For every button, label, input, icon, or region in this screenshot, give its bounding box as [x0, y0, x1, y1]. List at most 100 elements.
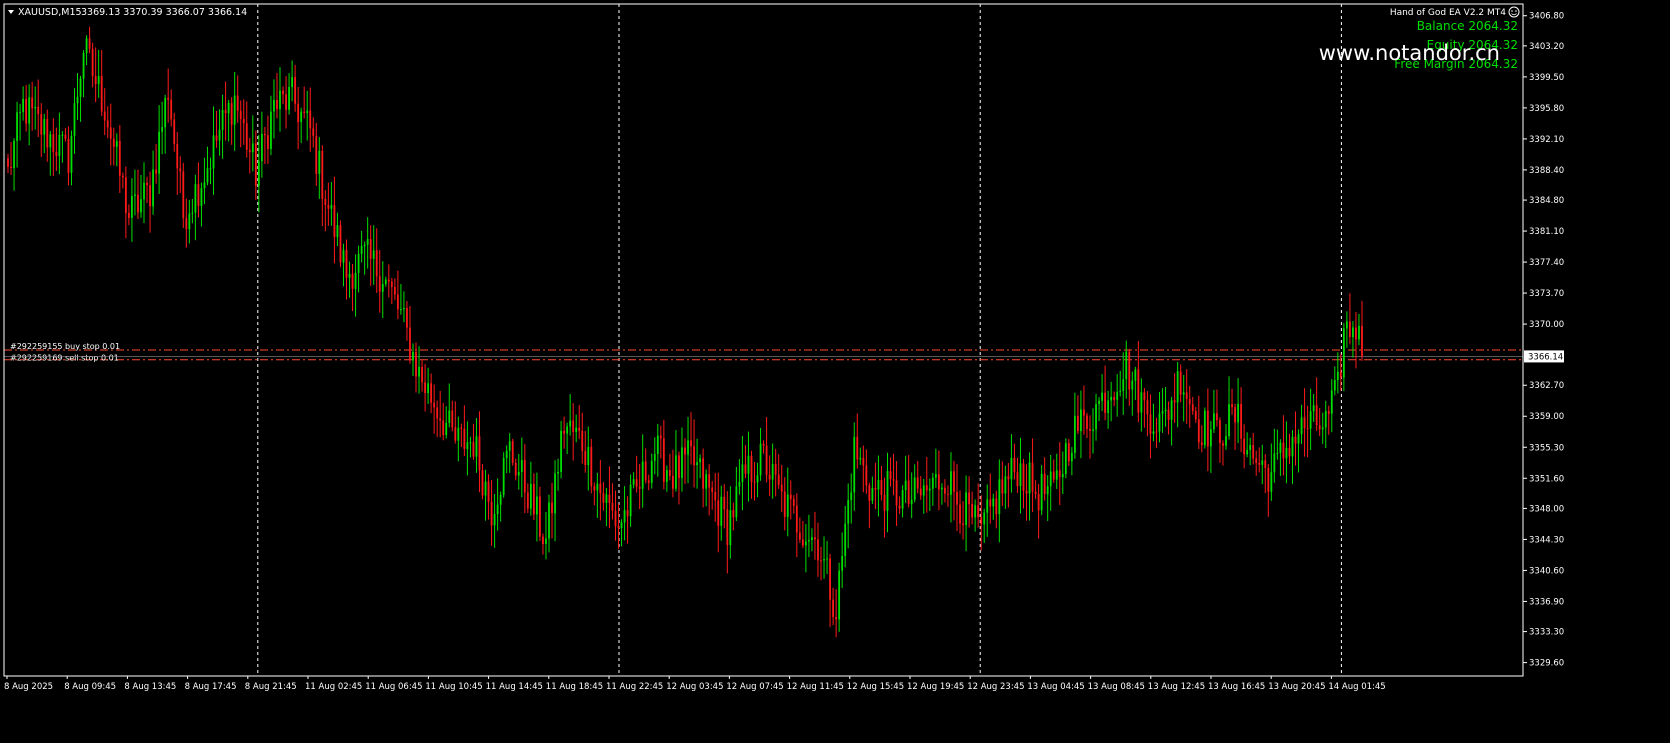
- candle-body: [200, 188, 203, 206]
- candle-body: [457, 427, 460, 441]
- candle-body: [804, 541, 807, 546]
- candle-body: [578, 427, 581, 431]
- candle-body: [937, 474, 940, 490]
- x-tick-label: 12 Aug 07:45: [726, 682, 783, 692]
- candle-body: [424, 382, 426, 394]
- price-chart[interactable]: #292259155 buy stop 0.01 #292259169 sell …: [0, 0, 1670, 743]
- x-tick-label: 11 Aug 10:45: [425, 682, 482, 692]
- candle-body: [1300, 417, 1303, 435]
- candle-body: [460, 427, 463, 429]
- candle-body: [439, 418, 442, 421]
- candle-body: [1161, 411, 1164, 414]
- candle-body: [992, 498, 995, 507]
- candle-body: [221, 110, 224, 130]
- candle-body: [605, 494, 608, 503]
- candle-body: [1019, 463, 1022, 487]
- candle-body: [409, 327, 411, 361]
- candle-body: [684, 447, 686, 455]
- candle-body: [1031, 462, 1034, 492]
- candle-body: [115, 140, 118, 147]
- x-tick-label: 11 Aug 22:45: [606, 682, 663, 692]
- candle-body: [1285, 447, 1288, 459]
- candle-body: [1206, 410, 1209, 447]
- candle-body: [508, 441, 511, 451]
- candle-body: [871, 488, 874, 501]
- candle-body: [1077, 415, 1079, 432]
- candle-body: [230, 102, 233, 125]
- candle-body: [1222, 443, 1224, 446]
- x-tick-label: 8 Aug 21:45: [245, 682, 297, 692]
- candle-body: [1282, 442, 1285, 459]
- candle-body: [738, 482, 741, 487]
- candle-body: [774, 464, 777, 475]
- candle-body: [901, 490, 904, 509]
- candle-body: [134, 194, 136, 196]
- x-tick-label: 11 Aug 14:45: [486, 682, 543, 692]
- candle-body: [910, 499, 913, 504]
- candle-body: [97, 76, 100, 85]
- candle-body: [729, 510, 732, 546]
- candle-body: [947, 493, 949, 495]
- y-tick-label: 3333.30: [1529, 628, 1564, 638]
- candle-body: [1164, 409, 1167, 412]
- candle-body: [348, 273, 351, 278]
- candle-body: [747, 455, 750, 474]
- candle-body: [1330, 390, 1333, 414]
- x-tick-label: 13 Aug 12:45: [1148, 682, 1205, 692]
- candle-body: [478, 436, 481, 471]
- candle-body: [726, 509, 729, 546]
- candle-body: [127, 213, 130, 218]
- candle-body: [179, 168, 182, 172]
- candle-body: [811, 537, 813, 541]
- candle-body: [886, 471, 889, 511]
- candle-body: [415, 351, 417, 377]
- candle-body: [484, 481, 487, 496]
- candle-body: [962, 523, 964, 526]
- candle-body: [245, 123, 248, 150]
- candle-body: [1122, 379, 1125, 391]
- candle-body: [859, 457, 862, 460]
- candle-body: [505, 450, 508, 459]
- candle-body: [61, 134, 64, 136]
- candle-body: [971, 504, 974, 518]
- candle-body: [913, 477, 916, 500]
- candle-body: [1061, 474, 1064, 478]
- candle-body: [1073, 415, 1076, 453]
- candle-body: [536, 496, 538, 515]
- order-label: #292259155 buy stop 0.01: [10, 342, 120, 351]
- candle-body: [263, 133, 266, 136]
- x-tick-label: 8 Aug 13:45: [124, 682, 176, 692]
- candle-body: [1288, 447, 1291, 457]
- smiley-eye-right: [1515, 10, 1517, 12]
- candle-body: [378, 276, 381, 292]
- candle-body: [922, 485, 925, 496]
- candle-body: [599, 483, 602, 494]
- candle-body: [687, 440, 689, 455]
- candle-body: [892, 479, 895, 481]
- candle-body: [490, 501, 493, 526]
- candle-body: [593, 486, 596, 491]
- candle-body: [294, 77, 297, 104]
- candle-body: [209, 168, 212, 170]
- candle-body: [647, 480, 650, 483]
- candle-body: [659, 435, 662, 439]
- candle-body: [436, 407, 439, 419]
- y-tick-label: 3403.20: [1529, 42, 1564, 52]
- candle-body: [789, 494, 792, 500]
- candle-body: [1058, 470, 1061, 478]
- candle-body: [363, 244, 366, 247]
- y-tick-label: 3381.10: [1529, 227, 1564, 237]
- candle-body: [1152, 431, 1155, 434]
- candle-body: [511, 441, 514, 463]
- candle-body: [267, 135, 269, 149]
- candle-body: [1143, 392, 1146, 401]
- candle-body: [1016, 472, 1019, 487]
- candle-body: [756, 475, 759, 483]
- candle-body: [1125, 351, 1128, 380]
- candle-body: [1333, 380, 1336, 391]
- candle-body: [974, 505, 977, 518]
- candle-body: [1155, 431, 1158, 433]
- candle-body: [1267, 467, 1270, 492]
- candle-body: [986, 499, 989, 513]
- candle-body: [780, 484, 783, 492]
